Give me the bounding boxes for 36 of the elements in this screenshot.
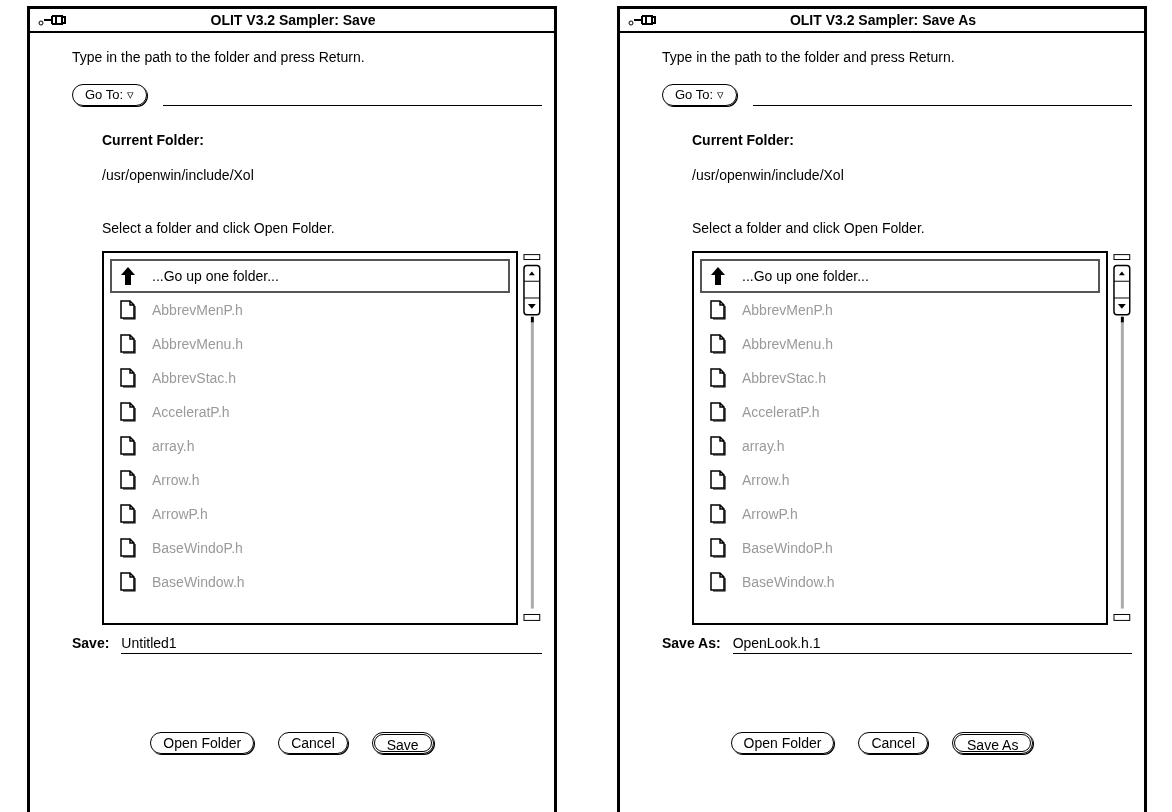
up-arrow-icon (120, 266, 136, 286)
document-icon (710, 368, 726, 388)
document-icon (710, 300, 726, 320)
window-title: OLIT V3.2 Sampler: Save (209, 10, 377, 30)
document-icon (710, 402, 726, 422)
current-folder-path: /usr/openwin/include/Xol (692, 166, 845, 185)
document-icon (120, 368, 136, 388)
list-item[interactable]: ...Go up one folder... (700, 259, 1101, 293)
document-icon (710, 436, 726, 456)
document-icon (710, 538, 726, 558)
document-icon (710, 334, 726, 354)
document-icon (120, 538, 136, 558)
current-folder-path: /usr/openwin/include/Xol (102, 166, 255, 185)
document-icon (710, 470, 726, 490)
selection-hint: Select a folder and click Open Folder. (102, 219, 336, 238)
window-title: OLIT V3.2 Sampler: Save As (788, 10, 978, 30)
current-folder-label: Current Folder: (102, 131, 205, 150)
document-icon (120, 300, 136, 320)
up-arrow-icon (710, 266, 726, 286)
save-label: Save As: (662, 634, 721, 653)
list-item[interactable]: ...Go up one folder... (110, 259, 511, 293)
document-icon (120, 436, 136, 456)
save-label: Save: (72, 634, 110, 653)
document-icon (120, 572, 136, 592)
document-icon (120, 402, 136, 422)
selection-hint: Select a folder and click Open Folder. (692, 219, 926, 238)
filename-input-field[interactable]: OpenLook.h.1 (732, 634, 1132, 654)
document-icon (120, 504, 136, 524)
document-icon (710, 504, 726, 524)
document-icon (710, 572, 726, 592)
current-folder-label: Current Folder: (692, 131, 795, 150)
instruction-text: Type in the path to the folder and press Return. (662, 48, 956, 67)
instruction-text: Type in the path to the folder and press Return. (72, 48, 366, 67)
document-icon (120, 470, 136, 490)
filename-input-field[interactable]: Untitled1 (121, 634, 542, 654)
document-icon (120, 334, 136, 354)
